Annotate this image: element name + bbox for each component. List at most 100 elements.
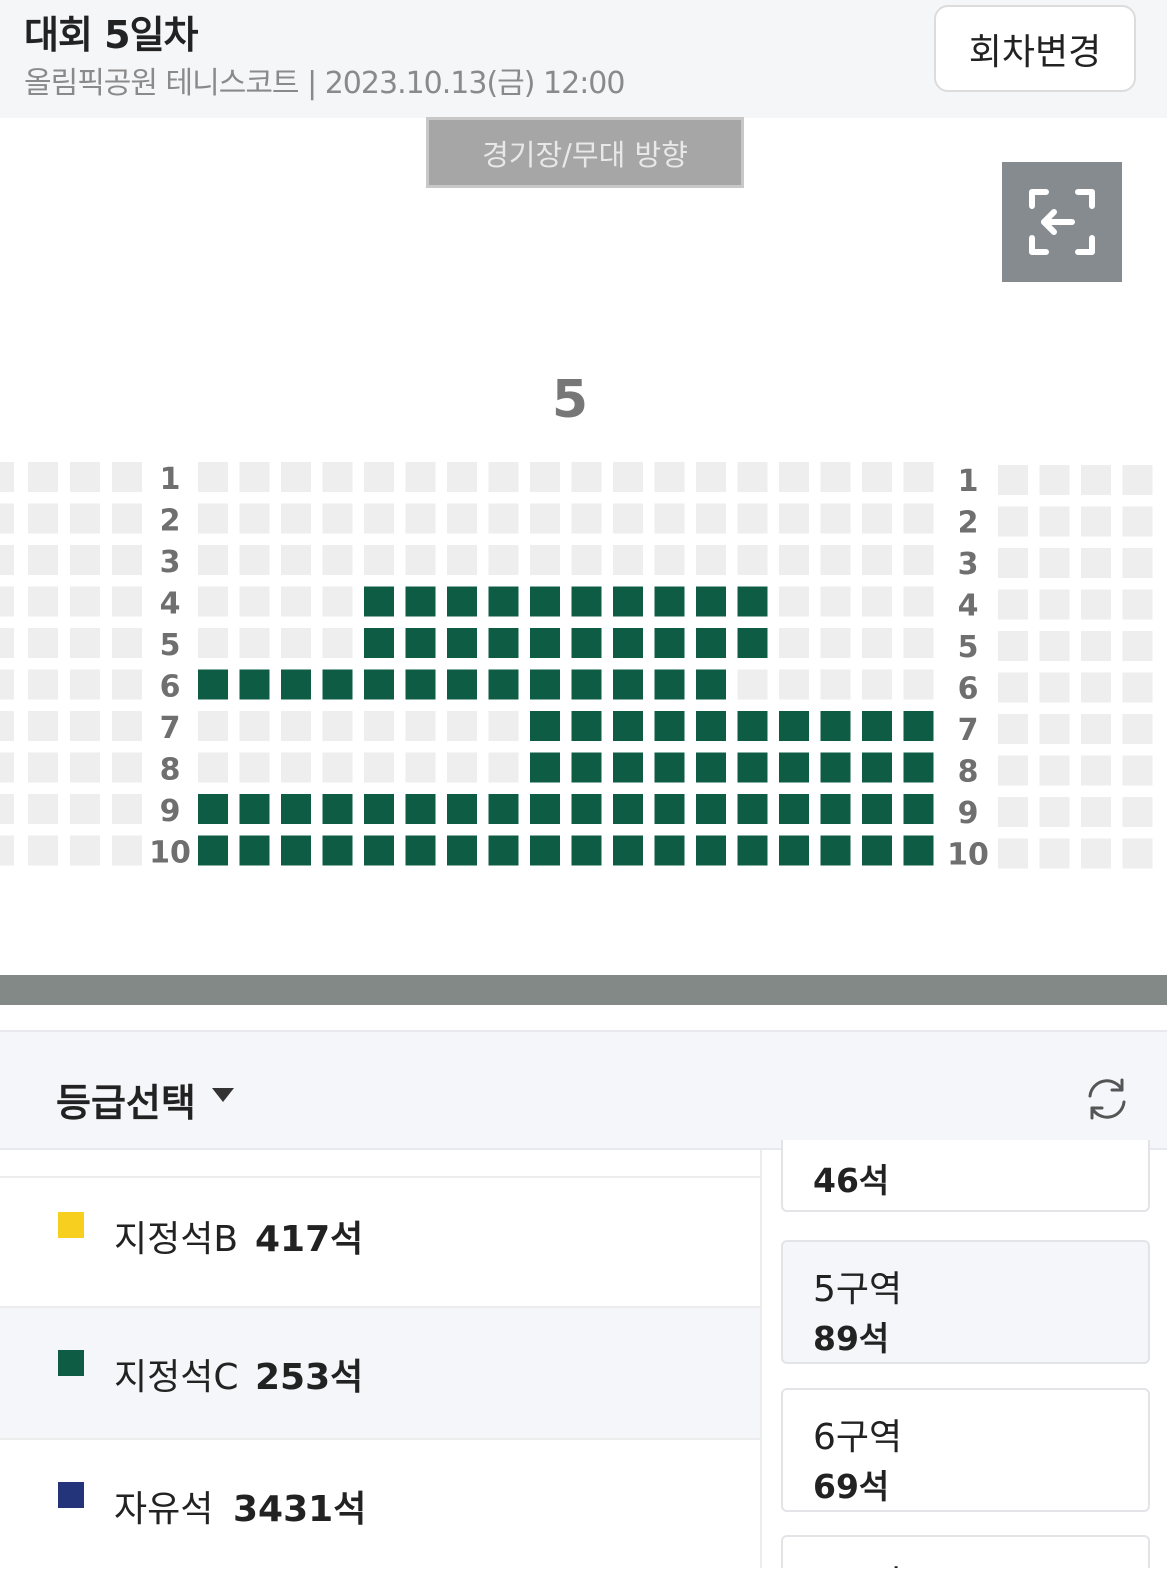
seat-available[interactable] — [696, 628, 726, 658]
seat-available[interactable] — [405, 669, 436, 700]
seat-available[interactable] — [903, 794, 934, 824]
seat-available[interactable] — [737, 586, 768, 617]
seat-available[interactable] — [405, 586, 436, 617]
seat-available[interactable] — [862, 835, 892, 866]
caret-down-icon[interactable] — [212, 1088, 234, 1102]
seat-available[interactable] — [405, 628, 436, 658]
seat-available[interactable] — [571, 586, 602, 617]
seat-available[interactable] — [613, 669, 643, 700]
seat-available[interactable] — [322, 835, 353, 866]
seat-available[interactable] — [903, 711, 934, 741]
seat-available[interactable] — [571, 711, 602, 741]
seat-available[interactable] — [779, 752, 809, 783]
seat-available[interactable] — [779, 835, 809, 866]
seat-available[interactable] — [862, 794, 892, 824]
seat-available[interactable] — [239, 835, 270, 866]
seat-available[interactable] — [530, 586, 560, 617]
seat-available[interactable] — [820, 752, 851, 783]
seat-available[interactable] — [322, 794, 353, 824]
seat-available[interactable] — [405, 835, 436, 866]
seat-available[interactable] — [820, 794, 851, 824]
seat-available[interactable] — [198, 669, 228, 700]
seat-available[interactable] — [281, 835, 311, 866]
seat-available[interactable] — [696, 794, 726, 824]
seat-available[interactable] — [447, 835, 477, 866]
seat-available[interactable] — [862, 711, 892, 741]
seat-available[interactable] — [820, 711, 851, 741]
seat-available[interactable] — [364, 669, 394, 700]
exit-fullscreen-button[interactable] — [1002, 162, 1122, 282]
seat-available[interactable] — [654, 752, 685, 783]
seat-available[interactable] — [654, 669, 685, 700]
seat-available[interactable] — [198, 835, 228, 866]
grade-select-toggle[interactable]: 등급선택 — [56, 1072, 196, 1127]
seat-available[interactable] — [571, 628, 602, 658]
seat-available[interactable] — [281, 669, 311, 700]
seat-available[interactable] — [654, 711, 685, 741]
seat-map[interactable]: 1 1 2 2 3 3 4 4 5 5 6 6 7 7 8 8 9 9 10 10 — [0, 462, 1167, 882]
seat-available[interactable] — [530, 835, 560, 866]
seat-available[interactable] — [737, 752, 768, 783]
seat-available[interactable] — [696, 835, 726, 866]
grade-row-free[interactable]: 자유석 3431석 — [0, 1440, 762, 1572]
seat-available[interactable] — [737, 794, 768, 824]
seat-available[interactable] — [613, 752, 643, 783]
seat-available[interactable] — [737, 835, 768, 866]
seat-available[interactable] — [654, 794, 685, 824]
seat-available[interactable] — [530, 794, 560, 824]
seat-available[interactable] — [820, 835, 851, 866]
seat-available[interactable] — [239, 794, 270, 824]
seat-available[interactable] — [447, 586, 477, 617]
zone-card[interactable]: 6구역 69석 — [781, 1388, 1150, 1512]
change-round-button[interactable]: 회차변경 — [934, 5, 1136, 92]
seat-available[interactable] — [903, 835, 934, 866]
seat-available[interactable] — [530, 711, 560, 741]
seat-available[interactable] — [696, 669, 726, 700]
seat-available[interactable] — [696, 752, 726, 783]
seat-available[interactable] — [571, 835, 602, 866]
grade-row-b[interactable]: 지정석B 417석 — [0, 1176, 762, 1308]
seat-available[interactable] — [737, 628, 768, 658]
seat-available[interactable] — [613, 586, 643, 617]
seat-available[interactable] — [530, 628, 560, 658]
seat-available[interactable] — [696, 586, 726, 617]
seat-available[interactable] — [737, 711, 768, 741]
seat-available[interactable] — [322, 669, 353, 700]
seat-available[interactable] — [488, 794, 519, 824]
seat-available[interactable] — [530, 752, 560, 783]
seat-available[interactable] — [654, 835, 685, 866]
seat-available[interactable] — [198, 794, 228, 824]
grade-row-c[interactable]: 지정석C 253석 — [0, 1308, 762, 1440]
seat-available[interactable] — [613, 628, 643, 658]
seat-available[interactable] — [447, 669, 477, 700]
seat-available[interactable] — [779, 794, 809, 824]
seat-available[interactable] — [613, 835, 643, 866]
seat-available[interactable] — [654, 628, 685, 658]
seat-available[interactable] — [488, 628, 519, 658]
seat-available[interactable] — [447, 794, 477, 824]
seat-available[interactable] — [654, 586, 685, 617]
seat-available[interactable] — [488, 835, 519, 866]
seat-available[interactable] — [488, 586, 519, 617]
seat-available[interactable] — [447, 628, 477, 658]
zone-card[interactable]: 46석 — [781, 1140, 1150, 1212]
seat-available[interactable] — [571, 752, 602, 783]
seat-available[interactable] — [613, 794, 643, 824]
seat-available[interactable] — [364, 835, 394, 866]
refresh-icon[interactable] — [1082, 1074, 1132, 1124]
seat-available[interactable] — [696, 711, 726, 741]
seat-available[interactable] — [862, 752, 892, 783]
seat-available[interactable] — [903, 752, 934, 783]
seat-available[interactable] — [239, 669, 270, 700]
seat-available[interactable] — [488, 669, 519, 700]
zone-card[interactable]: 5구역 89석 — [781, 1240, 1150, 1364]
seat-available[interactable] — [779, 711, 809, 741]
seat-available[interactable] — [613, 711, 643, 741]
seat-available[interactable] — [364, 628, 394, 658]
seat-available[interactable] — [530, 669, 560, 700]
seat-available[interactable] — [364, 586, 394, 617]
seat-available[interactable] — [281, 794, 311, 824]
seat-available[interactable] — [364, 794, 394, 824]
seat-available[interactable] — [571, 669, 602, 700]
seat-available[interactable] — [571, 794, 602, 824]
